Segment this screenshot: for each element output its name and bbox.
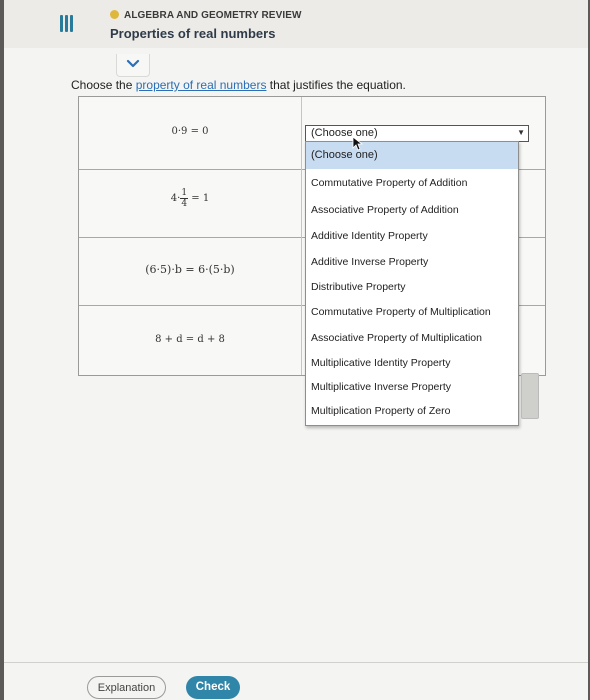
check-button[interactable]: Check — [186, 676, 240, 699]
property-dropdown[interactable]: (Choose one) Commutative Property of Add… — [305, 141, 519, 426]
scrollbar[interactable] — [521, 373, 539, 419]
explanation-button[interactable]: Explanation — [87, 676, 166, 699]
equation-4: 8 + d = d + 8 — [155, 334, 225, 345]
prompt-before: Choose the — [71, 78, 136, 92]
equation-3: (6·5)·b = 6·(5·b) — [145, 263, 235, 276]
header: ALGEBRA AND GEOMETRY REVIEW Properties o… — [4, 0, 588, 48]
fraction-numerator: 1 — [180, 188, 189, 199]
dropdown-option[interactable]: Multiplicative Inverse Property — [306, 375, 518, 400]
divider — [4, 662, 588, 663]
fraction: 14 — [180, 188, 189, 209]
menu-icon[interactable] — [60, 15, 74, 33]
collapse-toggle[interactable] — [116, 54, 150, 77]
dropdown-option[interactable]: Additive Identity Property — [306, 224, 518, 249]
status-dot-icon — [110, 10, 119, 19]
dropdown-option[interactable]: Associative Property of Multiplication — [306, 326, 518, 351]
property-link[interactable]: property of real numbers — [136, 78, 267, 92]
dropdown-option[interactable]: Commutative Property of Multiplication — [306, 300, 518, 325]
equation-2: 4· 1 4 = 1 — [79, 188, 301, 209]
section-label: ALGEBRA AND GEOMETRY REVIEW — [110, 10, 302, 21]
section-text: ALGEBRA AND GEOMETRY REVIEW — [124, 10, 302, 21]
equation-2-left: 4· — [170, 193, 181, 204]
mouse-cursor-icon — [352, 136, 364, 151]
column-divider — [301, 97, 302, 375]
screen: ALGEBRA AND GEOMETRY REVIEW Properties o… — [4, 0, 588, 700]
dropdown-option[interactable]: Multiplicative Identity Property — [306, 351, 518, 376]
equation-2-right: = 1 — [191, 193, 210, 204]
dropdown-option[interactable]: (Choose one) — [306, 142, 518, 169]
prompt-after: that justifies the equation. — [266, 78, 406, 92]
chevron-down-icon: ▼ — [517, 128, 525, 137]
fraction-denominator: 4 — [181, 199, 188, 209]
dropdown-option[interactable]: Associative Property of Addition — [306, 198, 518, 223]
equation-1: 0·9 = 0 — [171, 126, 209, 137]
dropdown-option[interactable]: Distributive Property — [306, 275, 518, 300]
page-title: Properties of real numbers — [110, 26, 276, 41]
chevron-down-icon — [126, 59, 140, 68]
dropdown-option[interactable]: Additive Inverse Property — [306, 250, 518, 275]
dropdown-option[interactable]: Multiplication Property of Zero — [306, 399, 518, 424]
select-value: (Choose one) — [311, 127, 378, 139]
property-select[interactable]: (Choose one) ▼ — [305, 125, 529, 142]
question-prompt: Choose the property of real numbers that… — [71, 78, 406, 92]
dropdown-option[interactable]: Commutative Property of Addition — [306, 171, 518, 196]
